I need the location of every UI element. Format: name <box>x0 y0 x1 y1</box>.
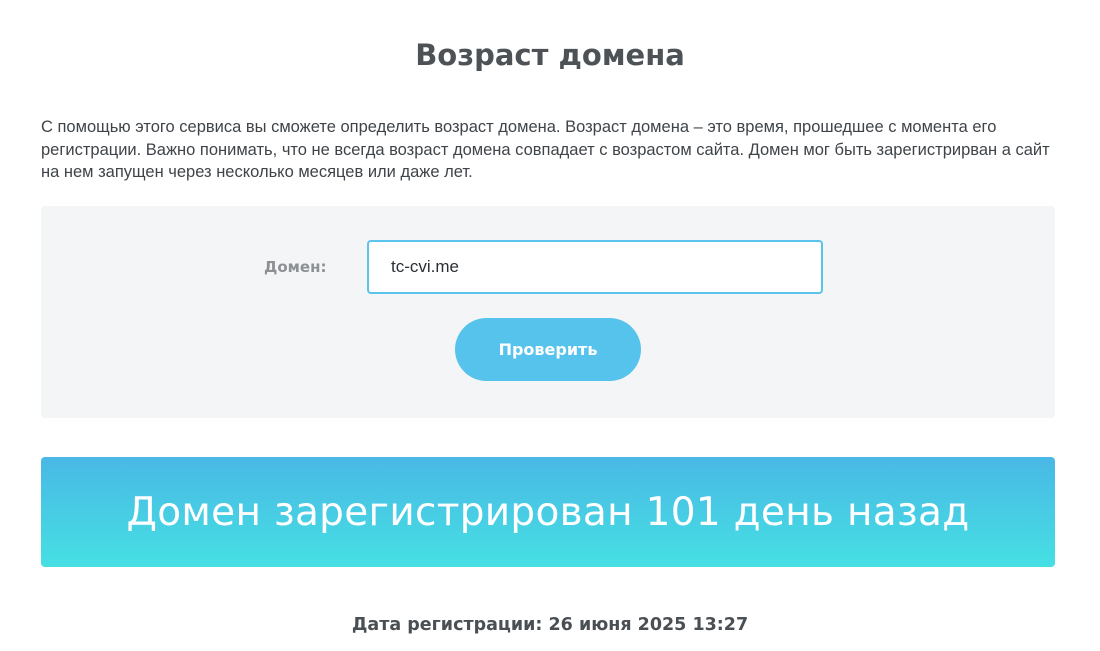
page-title: Возраст домена <box>415 38 685 72</box>
result-message: Домен зарегистрирован 101 день назад <box>126 489 970 535</box>
result-banner: Домен зарегистрирован 101 день назад <box>41 457 1055 567</box>
page: Возраст домена С помощью этого сервиса в… <box>0 0 1100 651</box>
registration-date: Дата регистрации: 26 июня 2025 13:27 <box>351 615 749 635</box>
domain-label: Домен: <box>264 258 327 276</box>
domain-check-form <box>41 206 1055 418</box>
check-button[interactable]: Проверить <box>455 318 641 381</box>
domain-input[interactable] <box>367 240 823 294</box>
service-description: С помощью этого сервиса вы сможете опред… <box>41 118 1050 181</box>
